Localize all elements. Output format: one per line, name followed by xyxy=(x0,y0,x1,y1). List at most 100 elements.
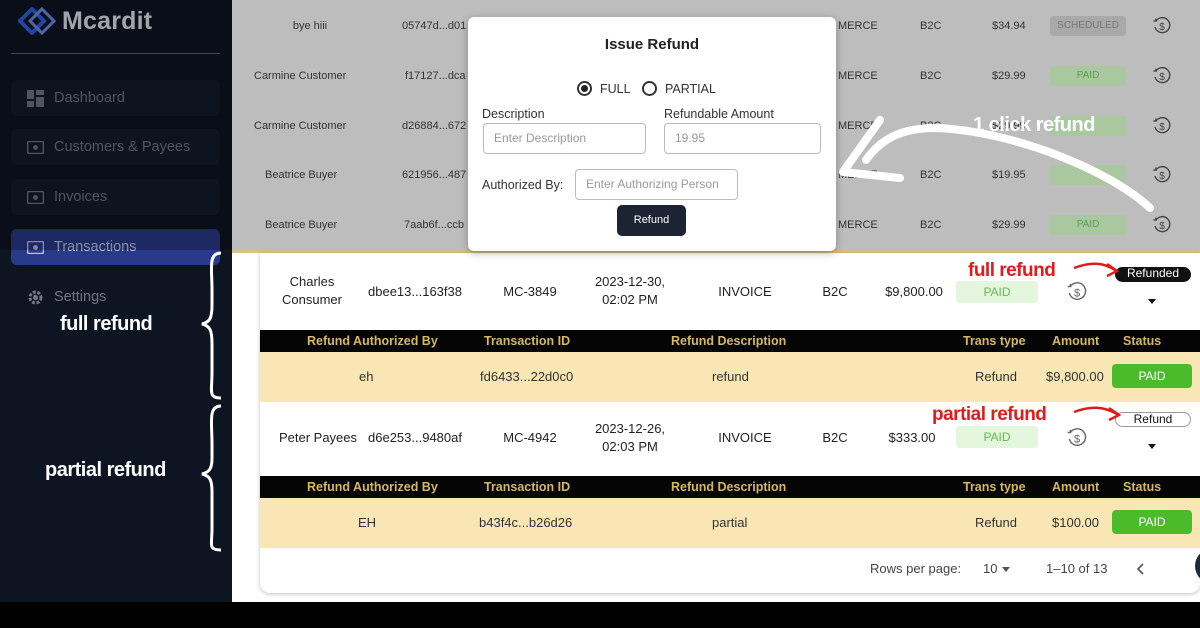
refund-table-header: Refund Authorized By Transaction ID Refu… xyxy=(260,476,1200,498)
refundable-amount-input[interactable]: 19.95 xyxy=(664,123,821,154)
issue-refund-modal: Issue Refund FULL PARTIAL Description En… xyxy=(468,17,836,251)
header-amount: Amount xyxy=(1052,480,1100,494)
cell-transaction-id: b43f4c...b26d26 xyxy=(479,515,573,530)
cell-segment: B2C xyxy=(822,430,848,445)
svg-text:$: $ xyxy=(1159,171,1165,182)
annotation-full-refund-right: full refund xyxy=(968,260,1056,281)
cell-date: 2023-12-26, xyxy=(594,421,666,436)
refundable-amount-label: Refundable Amount xyxy=(664,107,774,121)
refund-icon[interactable]: $ xyxy=(1152,66,1172,86)
main-content: Charles Consumer dbee13...163f38 MC-3849… xyxy=(232,253,1200,602)
cell-amount: $29.99 xyxy=(992,219,1026,231)
cell-amount: $100.00 xyxy=(1052,515,1099,530)
status-badge xyxy=(1050,165,1126,185)
expand-caret-icon[interactable] xyxy=(1148,444,1156,449)
cell-name: Peter Payees xyxy=(278,430,358,445)
cell-id: 05747d...d01 xyxy=(402,20,467,32)
svg-text:$: $ xyxy=(1159,22,1165,33)
svg-text:$: $ xyxy=(1074,287,1080,299)
cell-amount: $29.99 xyxy=(992,70,1026,82)
header-authorized-by: Refund Authorized By xyxy=(307,334,438,348)
annotation-one-click: 1 click refund xyxy=(973,114,1095,136)
pagination: Rows per page: 10 1–10 of 13 xyxy=(260,559,1200,579)
cell-name: Charles Consumer xyxy=(282,274,342,307)
refund-tag[interactable]: Refund xyxy=(1115,412,1191,427)
table-row[interactable]: Charles Consumer dbee13...163f38 MC-3849… xyxy=(260,253,1200,330)
radio-full-label[interactable]: FULL xyxy=(600,82,631,96)
refund-icon[interactable]: $ xyxy=(1066,427,1088,449)
sidebar-item-settings[interactable]: Settings xyxy=(11,279,220,315)
description-label: Description xyxy=(482,107,545,121)
refund-icon[interactable]: $ xyxy=(1152,165,1172,185)
refund-submit-button[interactable]: Refund xyxy=(617,205,686,236)
cell-id: 621956...487 xyxy=(402,169,467,181)
status-badge: PAID xyxy=(1112,510,1192,534)
cell-segment: B2C xyxy=(822,284,848,299)
cell-id: dbee13...163f38 xyxy=(368,284,462,299)
cell-type: MERCE xyxy=(838,70,878,82)
authorized-by-input[interactable]: Enter Authorizing Person xyxy=(575,169,738,200)
radio-partial[interactable] xyxy=(642,81,657,96)
cell-ref: MC-3849 xyxy=(503,284,557,299)
cell-segment: B2C xyxy=(920,70,942,82)
gear-icon xyxy=(28,290,43,304)
cell-amount: $9,800.00 xyxy=(885,284,943,299)
refund-icon[interactable]: $ xyxy=(1152,215,1172,235)
svg-text:$: $ xyxy=(1159,221,1165,232)
refunded-tag[interactable]: Refunded xyxy=(1115,267,1191,282)
rows-per-page-label: Rows per page: xyxy=(870,561,962,576)
cell-amount: $19.95 xyxy=(992,169,1026,181)
radio-full[interactable] xyxy=(577,81,592,96)
prev-page-chevron-icon[interactable] xyxy=(1136,563,1146,575)
cell-id: d6e253...9480af xyxy=(368,430,462,445)
header-authorized-by: Refund Authorized By xyxy=(307,480,438,494)
refund-row[interactable]: EH b43f4c...b26d26 partial Refund $100.0… xyxy=(260,498,1200,548)
header-trans-type: Trans type xyxy=(963,480,1026,494)
header-status: Status xyxy=(1123,334,1162,348)
table-row[interactable]: Peter Payees d6e253...9480af MC-4942 202… xyxy=(260,402,1200,476)
cell-name: Beatrice Buyer xyxy=(265,169,338,181)
header-transaction-id: Transaction ID xyxy=(484,480,571,494)
cell-trans-type: Refund xyxy=(975,515,1017,530)
transactions-card: Charles Consumer dbee13...163f38 MC-3849… xyxy=(260,253,1200,593)
cell-name: Beatrice Buyer xyxy=(265,219,338,231)
refund-table-header: Refund Authorized By Transaction ID Refu… xyxy=(260,330,1200,352)
cell-id: 7aab6f...ccb xyxy=(404,219,464,231)
status-badge: PAID xyxy=(1112,364,1192,388)
cell-amount: $34.94 xyxy=(992,20,1026,32)
description-input[interactable]: Enter Description xyxy=(483,123,646,154)
rows-select-caret-icon[interactable] xyxy=(1002,567,1010,572)
cell-id: f17127...dca xyxy=(405,70,466,82)
cell-segment: B2C xyxy=(920,20,942,32)
cell-amount: $333.00 xyxy=(888,430,936,445)
cell-ref: MC-4942 xyxy=(503,430,557,445)
cell-id: d26884...672 xyxy=(402,120,467,132)
expand-caret-icon[interactable] xyxy=(1148,299,1156,304)
cell-type: INVOICE xyxy=(718,284,772,299)
cell-segment: B2C xyxy=(920,169,942,181)
cell-name: Carmine Customer xyxy=(254,70,347,82)
refund-icon[interactable]: $ xyxy=(1152,16,1172,36)
page-range: 1–10 of 13 xyxy=(1046,561,1108,576)
header-amount: Amount xyxy=(1052,334,1100,348)
cell-type: MERCE xyxy=(838,120,878,132)
header-description: Refund Description xyxy=(671,334,787,348)
cell-type: MERCE xyxy=(838,219,878,231)
status-badge: PAID xyxy=(1050,66,1126,86)
refund-icon[interactable]: $ xyxy=(1066,281,1088,303)
rows-per-page-select[interactable]: 10 xyxy=(983,559,997,579)
authorized-by-label: Authorized By: xyxy=(482,178,564,192)
svg-text:$: $ xyxy=(1074,433,1080,445)
cell-type: INVOICE xyxy=(718,430,772,445)
radio-partial-label[interactable]: PARTIAL xyxy=(665,82,716,96)
cell-date: 2023-12-30, xyxy=(594,274,666,289)
cell-time: 02:02 PM xyxy=(602,292,658,307)
annotation-partial-refund-left: partial refund xyxy=(45,459,166,481)
header-transaction-id: Transaction ID xyxy=(484,334,571,348)
refund-icon[interactable]: $ xyxy=(1152,116,1172,136)
screen: Mcardit Dashboard Customers & Payees Inv… xyxy=(0,0,1200,628)
refund-row[interactable]: eh fd6433...22d0c0 refund Refund $9,800.… xyxy=(260,352,1200,402)
annotation-partial-refund-right: partial refund xyxy=(932,404,1047,425)
cell-type: MERCE xyxy=(838,20,878,32)
status-badge: PAID xyxy=(956,426,1038,448)
